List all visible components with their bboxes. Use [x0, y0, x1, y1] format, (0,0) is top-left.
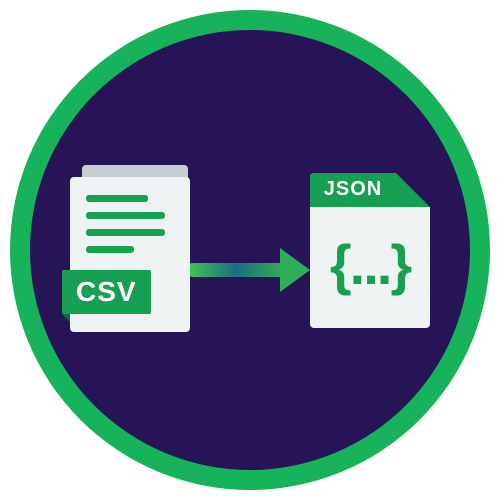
- outer-ring: CSV JSON {...}: [10, 10, 490, 490]
- csv-text-line: [86, 246, 134, 253]
- json-braces-glyph: {...}: [330, 232, 410, 297]
- csv-page: CSV: [70, 177, 190, 332]
- inner-circle-background: CSV JSON {...}: [30, 30, 470, 470]
- conversion-diagram: CSV JSON {...}: [30, 165, 470, 335]
- page-fold-corner: [396, 173, 430, 207]
- csv-text-line: [86, 229, 165, 236]
- arrow-right-icon: [190, 260, 310, 280]
- arrow-head: [280, 248, 310, 292]
- csv-format-badge: CSV: [62, 270, 151, 314]
- arrow-shaft: [190, 263, 282, 277]
- csv-file-icon: CSV: [70, 165, 200, 335]
- csv-text-line: [86, 195, 148, 202]
- csv-text-line: [86, 212, 165, 219]
- json-file-icon: JSON {...}: [310, 173, 430, 328]
- json-format-badge: JSON: [310, 173, 396, 207]
